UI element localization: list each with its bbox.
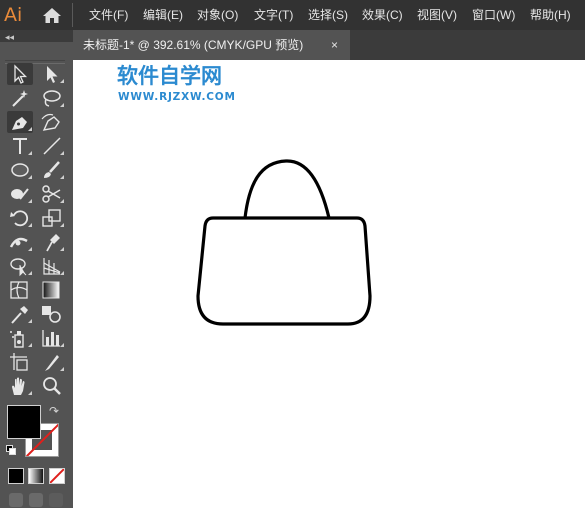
symbol-sprayer-tool[interactable] xyxy=(7,327,33,349)
document-tab-title: 未标题-1* @ 392.61% (CMYK/GPU 预览) xyxy=(83,38,304,52)
curvature-icon xyxy=(41,113,60,131)
fill-swatch[interactable] xyxy=(7,405,41,439)
menu-select[interactable]: 选择(S) xyxy=(308,0,348,30)
menu-object[interactable]: 对象(O) xyxy=(197,0,238,30)
zoom-icon xyxy=(43,377,61,395)
slice-tool[interactable] xyxy=(39,351,65,373)
app-logo: Ai xyxy=(4,4,23,26)
zoom-tool[interactable] xyxy=(39,375,65,397)
shape-builder-tool[interactable] xyxy=(7,255,33,277)
artwork-layer xyxy=(196,159,372,326)
scale-tool[interactable] xyxy=(39,207,65,229)
bag-handle xyxy=(243,159,331,219)
collapse-panel-icon[interactable]: ◂◂ xyxy=(5,32,14,42)
draw-inside-icon[interactable] xyxy=(49,493,63,507)
default-fill-stroke-icon[interactable] xyxy=(6,445,16,455)
blend-icon xyxy=(42,306,61,323)
eyedropper-tool[interactable] xyxy=(7,303,33,325)
magic-wand-icon xyxy=(12,90,28,107)
gradient-icon xyxy=(42,281,60,299)
menu-divider xyxy=(72,3,73,27)
none-mode-button[interactable] xyxy=(49,468,65,484)
width-tool[interactable] xyxy=(7,231,33,253)
draw-normal-icon[interactable] xyxy=(9,493,23,507)
menu-file[interactable]: 文件(F) xyxy=(89,0,128,30)
menu-edit[interactable]: 编辑(E) xyxy=(143,0,183,30)
gradient-mode-button[interactable] xyxy=(28,468,44,484)
selection-tool[interactable] xyxy=(7,63,33,85)
menu-effect[interactable]: 效果(C) xyxy=(362,0,403,30)
document-tab[interactable]: 未标题-1* @ 392.61% (CMYK/GPU 预览) × xyxy=(73,30,350,60)
direct-selection-tool[interactable] xyxy=(39,63,65,85)
mesh-tool[interactable] xyxy=(7,279,33,301)
scissors-tool[interactable] xyxy=(39,183,65,205)
draw-behind-icon[interactable] xyxy=(29,493,43,507)
selection-icon xyxy=(14,64,28,84)
gradient-tool[interactable] xyxy=(39,279,65,301)
artboard-canvas[interactable]: 软件自学网 WWW.RJZXW.COM xyxy=(73,60,585,508)
column-graph-tool[interactable] xyxy=(39,327,65,349)
line-segment-tool[interactable] xyxy=(39,135,65,157)
ellipse-tool[interactable] xyxy=(7,159,33,181)
swap-fill-stroke-icon[interactable]: ↷ xyxy=(49,404,59,418)
home-icon[interactable] xyxy=(42,7,62,24)
blend-tool[interactable] xyxy=(39,303,65,325)
lasso-tool[interactable] xyxy=(39,87,65,109)
artboard-icon xyxy=(10,353,28,371)
mesh-icon xyxy=(10,281,28,299)
paintbrush-tool[interactable] xyxy=(39,159,65,181)
hand-tool[interactable] xyxy=(7,375,33,397)
menu-type[interactable]: 文字(T) xyxy=(254,0,293,30)
rotate-tool[interactable] xyxy=(7,207,33,229)
curvature-tool[interactable] xyxy=(39,111,65,133)
pen-tool[interactable] xyxy=(7,111,33,133)
shaper-tool[interactable] xyxy=(7,183,33,205)
magic-wand-tool[interactable] xyxy=(7,87,33,109)
artboard-tool[interactable] xyxy=(7,351,33,373)
close-tab-icon[interactable]: × xyxy=(331,30,338,60)
bag-body xyxy=(196,216,372,326)
menu-window[interactable]: 窗口(W) xyxy=(472,0,515,30)
menu-help[interactable]: 帮助(H) xyxy=(530,0,571,30)
color-mode-button[interactable] xyxy=(8,468,24,484)
menu-bar: Ai 文件(F) 编辑(E) 对象(O) 文字(T) 选择(S) 效果(C) 视… xyxy=(0,0,585,30)
menu-view[interactable]: 视图(V) xyxy=(417,0,457,30)
type-tool[interactable] xyxy=(7,135,33,157)
perspective-grid-tool[interactable] xyxy=(39,255,65,277)
puppet-warp-tool[interactable] xyxy=(39,231,65,253)
